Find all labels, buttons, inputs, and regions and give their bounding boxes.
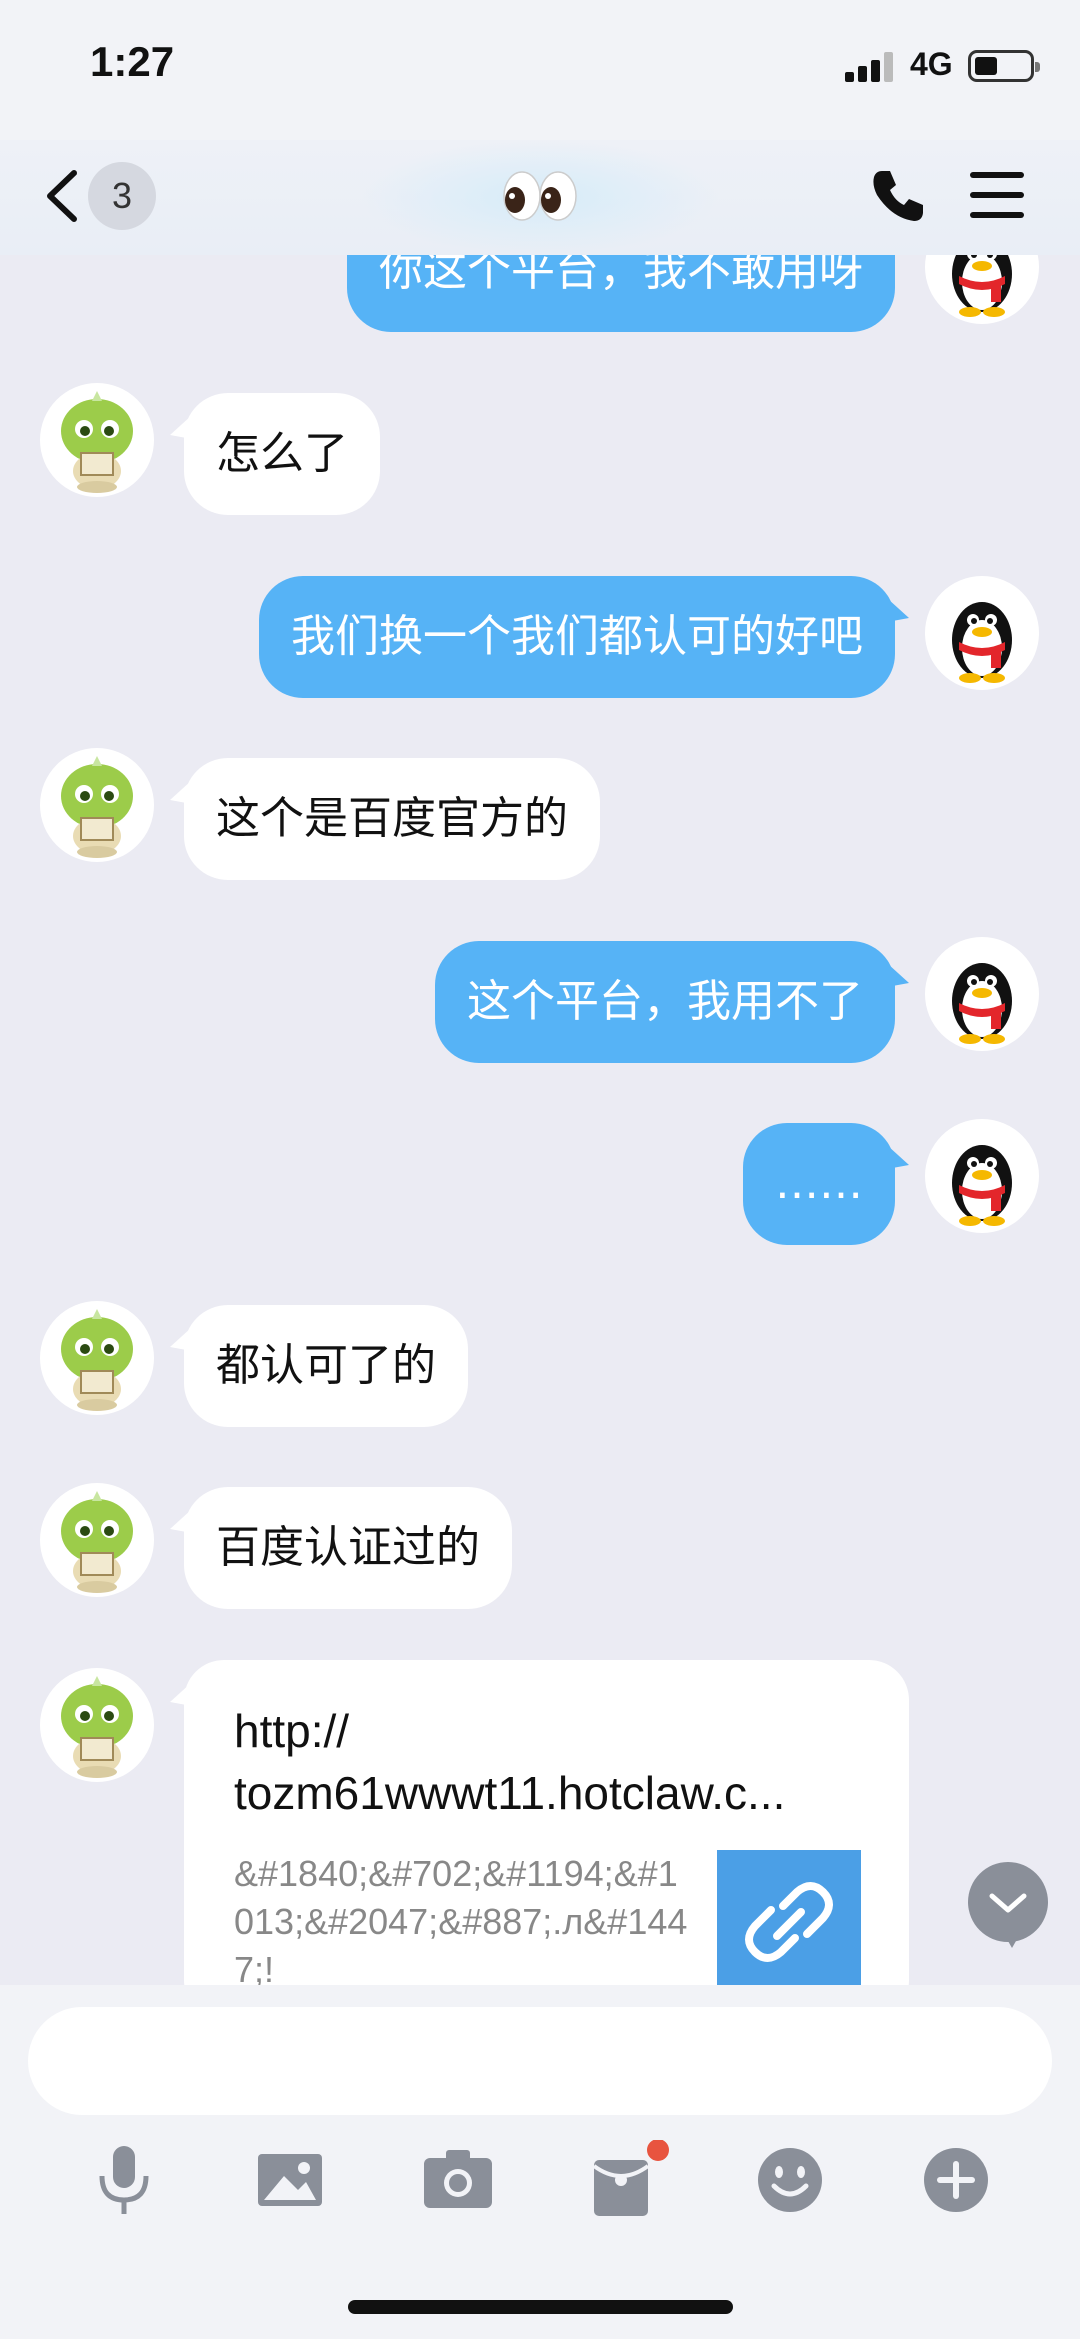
outgoing-message-bubble[interactable]: 我们换一个我们都认可的好吧 <box>259 576 895 698</box>
phone-call-icon[interactable] <box>868 165 928 225</box>
contact-avatar[interactable] <box>40 1668 154 1782</box>
chat-title <box>500 160 580 230</box>
plus-icon[interactable] <box>916 2140 996 2220</box>
image-icon[interactable] <box>250 2140 330 2220</box>
chat-header: 3 <box>0 140 1080 255</box>
outgoing-message-bubble[interactable]: 这个平台，我用不了 <box>435 941 895 1063</box>
link-card-message[interactable]: http:// tozm61wwwt11.hotclaw.c... &#1840… <box>184 1660 909 1985</box>
self-avatar[interactable] <box>925 255 1039 324</box>
incoming-message-bubble[interactable]: 这个是百度官方的 <box>184 758 600 880</box>
link-description: &#1840;&#702;&#1194;&#1013;&#2047;&#887;… <box>234 1853 688 1985</box>
status-time: 1:27 <box>90 38 175 85</box>
network-type: 4G <box>910 46 953 82</box>
incoming-message-bubble[interactable]: 怎么了 <box>184 393 380 515</box>
chevron-down-icon <box>989 1893 1027 1913</box>
contact-avatar[interactable] <box>40 383 154 497</box>
outgoing-message-bubble[interactable]: …… <box>743 1123 895 1245</box>
message-list[interactable]: 你这个平台，我不敢用呀 怎么了 我们换一个我们都认可的好吧 这个是百度官方的 这… <box>0 255 1080 1985</box>
contact-avatar[interactable] <box>40 748 154 862</box>
unread-count-badge[interactable]: 3 <box>88 162 156 230</box>
link-thumbnail <box>717 1850 861 1985</box>
input-panel <box>0 1985 1080 2339</box>
link-url-line1: http:// <box>234 1705 350 1757</box>
emoji-icon[interactable] <box>750 2140 830 2220</box>
status-bar: 1:27 4G <box>0 0 1080 140</box>
contact-avatar[interactable] <box>40 1483 154 1597</box>
self-avatar[interactable] <box>925 937 1039 1051</box>
scroll-to-bottom-button[interactable] <box>968 1862 1048 1948</box>
chain-link-icon <box>745 1882 833 1962</box>
self-avatar[interactable] <box>925 1119 1039 1233</box>
self-avatar[interactable] <box>925 576 1039 690</box>
home-indicator[interactable] <box>348 2300 733 2314</box>
back-icon[interactable] <box>40 165 90 227</box>
microphone-icon[interactable] <box>84 2140 164 2220</box>
signal-icon <box>845 50 897 82</box>
contact-avatar[interactable] <box>40 1301 154 1415</box>
camera-icon[interactable] <box>418 2140 498 2220</box>
link-url-line2: tozm61wwwt11.hotclaw.c... <box>234 1767 786 1819</box>
menu-icon[interactable] <box>970 170 1024 220</box>
incoming-message-bubble[interactable]: 都认可了的 <box>184 1305 468 1427</box>
red-packet-icon[interactable] <box>584 2139 669 2220</box>
battery-icon <box>968 50 1040 82</box>
incoming-message-bubble[interactable]: 百度认证过的 <box>184 1487 512 1609</box>
eyes-emoji-icon <box>503 171 577 221</box>
message-input[interactable] <box>28 2007 1052 2115</box>
outgoing-message-bubble[interactable]: 你这个平台，我不敢用呀 <box>347 255 895 332</box>
